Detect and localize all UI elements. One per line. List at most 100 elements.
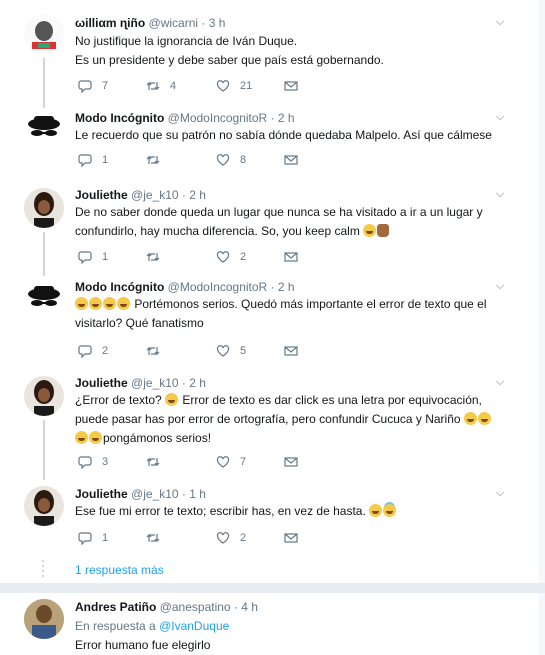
tweet-text: ¿Error de texto? Error de texto es dar c… (75, 391, 515, 448)
like-count: 21 (240, 80, 253, 92)
like-button[interactable]: 5 (216, 344, 246, 358)
timestamp[interactable]: · 2 h (271, 280, 295, 294)
message-icon (284, 155, 298, 165)
author-name[interactable]: ωilliαm ɳiño (75, 16, 145, 30)
reply-button[interactable]: 1 (78, 250, 108, 264)
tweet-text: En respuesta a @IvanDuque Error humano f… (75, 617, 515, 655)
author-name[interactable]: Jouliethe (75, 487, 128, 501)
reply-count: 1 (102, 154, 109, 166)
reply-button[interactable]: 1 (78, 153, 108, 167)
retweet-button[interactable]: 4 (146, 79, 176, 93)
tweet-text: De no saber donde queda un lugar que nun… (75, 203, 515, 241)
like-button[interactable]: 21 (216, 79, 252, 93)
caret-down-icon[interactable]: ⌵ (496, 487, 504, 500)
author-name[interactable]: Jouliethe (75, 188, 128, 202)
laughing-emoji-icon (103, 297, 116, 310)
avatar[interactable] (24, 486, 64, 526)
laughing-emoji-icon (89, 431, 102, 444)
timestamp[interactable]: · 1 h (182, 487, 206, 501)
like-icon (216, 532, 230, 544)
tweet-line: puede pasar has por error de ortografía,… (75, 410, 515, 429)
tweet-3[interactable]: Jouliethe @je_k10 · 2 h ⌵ De no saber do… (0, 180, 545, 276)
retweet-icon (146, 458, 160, 466)
avatar[interactable] (24, 280, 64, 320)
message-icon (284, 346, 298, 356)
tweet-4[interactable]: Modo Incógnito @ModoIncognitoR · 2 h ⌵ P… (0, 276, 545, 370)
tweet-line: De no saber donde queda un lugar que nun… (75, 205, 483, 219)
retweet-button[interactable] (146, 344, 160, 358)
message-button[interactable] (284, 531, 298, 545)
message-button[interactable] (284, 250, 298, 264)
retweet-button[interactable] (146, 250, 160, 264)
avatar[interactable] (24, 14, 64, 54)
message-button[interactable] (284, 455, 298, 469)
author-name[interactable]: Jouliethe (75, 376, 128, 390)
retweet-icon (146, 82, 160, 90)
reply-button[interactable]: 3 (78, 455, 108, 469)
caret-down-icon[interactable]: ⌵ (496, 188, 504, 201)
tweet-line-text: Portémonos serios. Quedó más importante … (134, 297, 487, 311)
author-handle[interactable]: @ModoIncognitoR (168, 280, 268, 294)
caret-down-icon[interactable]: ⌵ (496, 111, 504, 124)
tweet-6[interactable]: Jouliethe @je_k10 · 1 h ⌵ Ese fue mi err… (0, 480, 545, 558)
avatar[interactable] (24, 188, 64, 228)
like-button[interactable]: 7 (216, 455, 246, 469)
mention-link[interactable]: @IvanDuque (159, 619, 229, 633)
like-icon (216, 80, 230, 92)
avatar[interactable] (24, 110, 64, 150)
author-handle[interactable]: @je_k10 (131, 487, 179, 501)
timestamp[interactable]: · 2 h (182, 188, 206, 202)
tweet-5[interactable]: Jouliethe @je_k10 · 2 h ⌵ ¿Error de text… (0, 370, 545, 480)
author-handle[interactable]: @wicarni (149, 16, 199, 30)
message-button[interactable] (284, 79, 298, 93)
reply-button[interactable]: 7 (78, 79, 108, 93)
reply-icon (78, 251, 92, 264)
laughing-emoji-icon (89, 297, 102, 310)
like-button[interactable]: 2 (216, 250, 246, 264)
caret-down-icon[interactable]: ⌵ (496, 280, 504, 293)
reply-icon (78, 345, 92, 358)
timestamp[interactable]: · 4 h (234, 600, 258, 614)
author-name[interactable]: Andres Patiño (75, 600, 156, 614)
author-name[interactable]: Modo Incógnito (75, 111, 164, 125)
avatar[interactable] (24, 599, 64, 639)
reply-icon (78, 154, 92, 167)
caret-down-icon[interactable]: ⌵ (496, 16, 504, 29)
reply-button[interactable]: 2 (78, 344, 108, 358)
tweet-7[interactable]: Andres Patiño @anespatino · 4 h En respu… (0, 593, 545, 655)
message-button[interactable] (284, 344, 298, 358)
retweet-icon (146, 156, 160, 164)
tweet-2[interactable]: Modo Incógnito @ModoIncognitoR · 2 h ⌵ L… (0, 108, 545, 180)
message-icon (284, 457, 298, 467)
caret-down-icon[interactable]: ⌵ (496, 376, 504, 389)
more-replies-link[interactable]: 1 respuesta más (75, 563, 164, 577)
author-handle[interactable]: @je_k10 (131, 376, 179, 390)
like-button[interactable]: 2 (216, 531, 246, 545)
thumbs-up-icon (377, 224, 390, 237)
timestamp[interactable]: · 3 h (201, 16, 225, 30)
author-handle[interactable]: @anespatino (160, 600, 231, 614)
retweet-button[interactable] (146, 455, 160, 469)
tweet-line: Error humano fue elegirlo (75, 638, 211, 652)
laughing-emoji-icon (463, 412, 477, 425)
like-button[interactable]: 8 (216, 153, 246, 167)
timestamp[interactable]: · 2 h (271, 111, 295, 125)
retweet-button[interactable] (146, 153, 160, 167)
avatar[interactable] (24, 376, 64, 416)
laughing-emoji-icon (369, 504, 383, 517)
author-handle[interactable]: @je_k10 (131, 188, 179, 202)
tweet-text: No justifique la ignorancia de Iván Duqu… (75, 32, 515, 70)
reply-button[interactable]: 1 (78, 531, 108, 545)
thread-dots (42, 560, 44, 578)
author-handle[interactable]: @ModoIncognitoR (168, 111, 268, 125)
message-button[interactable] (284, 153, 298, 167)
tweet-text: Portémonos serios. Quedó más importante … (75, 295, 515, 333)
author-name[interactable]: Modo Incógnito (75, 280, 164, 294)
tweet-header: Modo Incógnito @ModoIncognitoR · 2 h (75, 280, 295, 294)
tweet-1[interactable]: ωilliαm ɳiño @wicarni · 3 h ⌵ No justifi… (0, 0, 545, 108)
timestamp[interactable]: · 2 h (182, 376, 206, 390)
laughing-emoji-icon (165, 393, 179, 406)
tweet-line-text: confundirlo, hay mucha diferencia. So, y… (75, 224, 360, 238)
retweet-button[interactable] (146, 531, 160, 545)
reply-count: 1 (102, 251, 109, 263)
